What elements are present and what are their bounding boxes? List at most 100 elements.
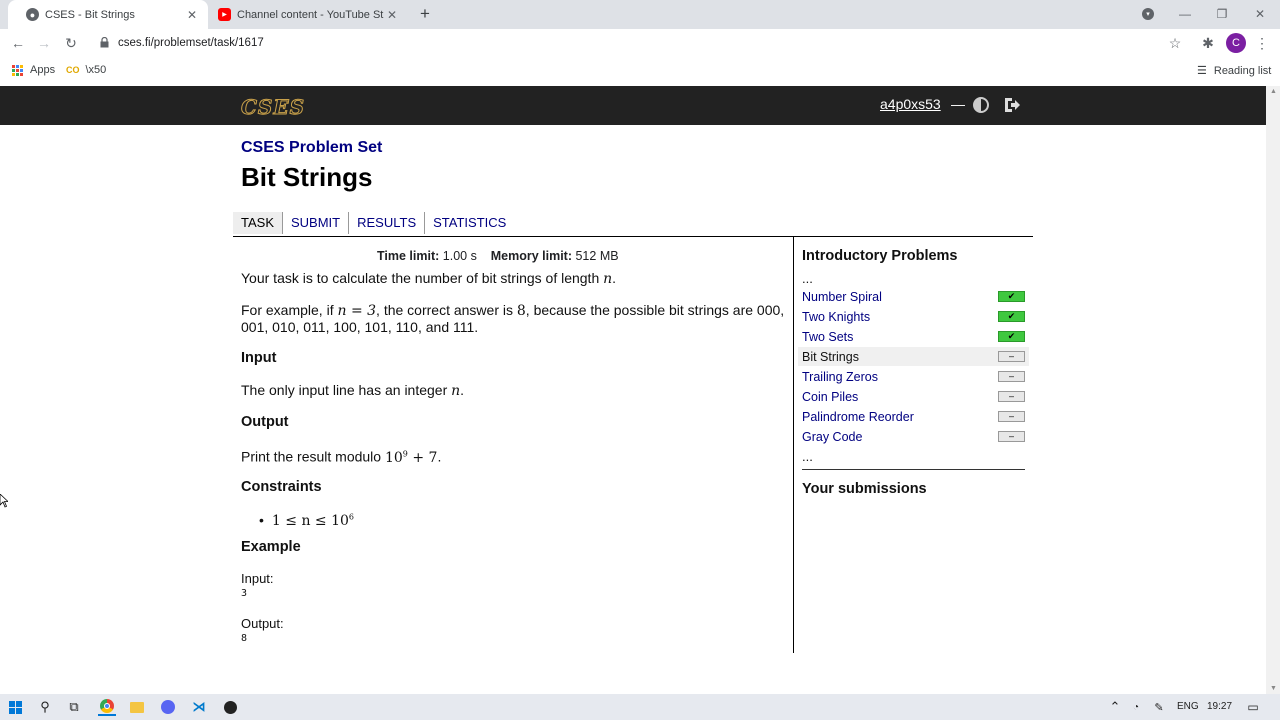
clock[interactable]: 19:27 (1207, 701, 1232, 712)
unsolved-dash-icon: – (998, 391, 1025, 402)
sidebar-item-two-sets[interactable]: Two Sets ✔ (798, 327, 1029, 346)
tray-chevron-up-icon[interactable]: ⌃ (1106, 698, 1124, 716)
math-base: 10 (384, 449, 403, 466)
bookmark-x50[interactable]: CO \x50 (66, 64, 106, 76)
statement-text: The only input line has an integer (241, 382, 448, 398)
problem-set-link[interactable]: CSES Problem Set (241, 139, 382, 157)
math-exponent: 6 (348, 512, 354, 521)
task-view-icon[interactable]: ⧉ (65, 698, 83, 716)
pen-icon[interactable]: ✎ (1150, 698, 1168, 716)
statement-text: , the correct answer is (376, 302, 513, 318)
tab-search-icon[interactable]: ▾ (1138, 4, 1158, 24)
sidebar-item-label[interactable]: Number Spiral (802, 290, 998, 304)
restore-icon[interactable]: ❐ (1212, 4, 1232, 24)
tab-youtube[interactable]: ▶ Channel content - YouTube Studio ✕ (200, 0, 408, 29)
address-bar[interactable]: cses.fi/problemset/task/1617 (90, 32, 1200, 55)
username-link[interactable]: a4p0xs53 (880, 96, 941, 112)
discord-icon[interactable] (159, 698, 177, 716)
statement-paragraph-2: For example, if n = 3, the correct answe… (241, 302, 786, 335)
scroll-down-icon[interactable]: ▼ (1270, 685, 1277, 692)
time-limit-value: 1.00 s (442, 249, 477, 263)
menu-kebab-icon[interactable]: ⋮ (1253, 34, 1271, 52)
tab-cses[interactable]: ● CSES - Bit Strings ✕ (8, 0, 208, 29)
cses-favicon-icon: ● (26, 8, 39, 21)
sidebar-item-label[interactable]: Trailing Zeros (802, 370, 998, 384)
tab-submit[interactable]: SUBMIT (283, 212, 350, 234)
output-description: Print the result modulo 109 + 7. (241, 448, 442, 466)
new-tab-button[interactable]: + (416, 4, 434, 23)
sidebar-item-two-knights[interactable]: Two Knights ✔ (798, 307, 1029, 326)
file-explorer-icon[interactable] (128, 698, 146, 716)
vscode-icon[interactable]: ⋊ (190, 698, 208, 716)
math-var: n (451, 383, 461, 399)
bookmark-apps[interactable]: Apps (12, 64, 55, 76)
example-input-value: 3 (241, 588, 248, 599)
cses-logo[interactable]: CSES (240, 95, 305, 120)
taskbar: ⚲ ⧉ ⋊ ⌃ ◔ ✎ ENG 19:27 ▭ (0, 694, 1280, 720)
sidebar-item-gray-code[interactable]: Gray Code – (798, 427, 1029, 446)
reload-icon[interactable]: ↻ (62, 34, 80, 52)
scroll-up-icon[interactable]: ▲ (1270, 88, 1277, 95)
constraint-expr: 1 ≤ n ≤ 10 (271, 512, 349, 529)
tab-statistics[interactable]: STATISTICS (425, 212, 514, 234)
language-indicator[interactable]: ENG (1177, 701, 1199, 712)
solved-check-icon: ✔ (998, 291, 1025, 302)
statement-text: Your task is to calculate the number of … (241, 270, 600, 286)
extensions-icon[interactable]: ✱ (1199, 34, 1217, 52)
sidebar-item-label[interactable]: Bit Strings (802, 350, 998, 364)
browser-toolbar: ← → ↻ cses.fi/problemset/task/1617 ☆ ✱ C… (0, 29, 1280, 58)
logout-icon[interactable] (1003, 96, 1021, 114)
sidebar-item-label[interactable]: Two Sets (802, 330, 998, 344)
minimize-icon[interactable]: — (1175, 4, 1195, 24)
search-icon[interactable]: ⚲ (36, 698, 54, 716)
sidebar-item-label[interactable]: Gray Code (802, 430, 998, 444)
header-separator: — (951, 96, 965, 112)
statement-paragraph-1: Your task is to calculate the number of … (241, 270, 617, 287)
math-value: 8 (516, 303, 526, 319)
unsolved-dash-icon: – (998, 351, 1025, 362)
output-heading: Output (241, 414, 289, 430)
close-tab-icon[interactable]: ✕ (384, 7, 400, 23)
tab-results[interactable]: RESULTS (349, 212, 426, 234)
page-title: Bit Strings (241, 162, 373, 192)
sidebar-item-coin-piles[interactable]: Coin Piles – (798, 387, 1029, 406)
chrome-icon[interactable] (98, 698, 116, 716)
sidebar-item-label[interactable]: Two Knights (802, 310, 998, 324)
solved-check-icon: ✔ (998, 331, 1025, 342)
constraint-item: • 1 ≤ n ≤ 106 (259, 511, 354, 529)
submissions-heading: Your submissions (802, 481, 927, 497)
reading-list-button[interactable]: ☰ Reading list (1197, 64, 1271, 78)
sidebar-divider (802, 469, 1025, 470)
url-text: cses.fi/problemset/task/1617 (118, 37, 264, 49)
notifications-icon[interactable]: ▭ (1244, 698, 1262, 716)
memory-limit-value: 512 MB (575, 249, 619, 263)
statement-text: Print the result modulo (241, 448, 382, 465)
network-icon[interactable]: ◔ (1127, 698, 1145, 716)
theme-toggle-icon[interactable] (973, 97, 989, 113)
unsolved-dash-icon: – (998, 371, 1025, 382)
sidebar-item-label[interactable]: Coin Piles (802, 390, 998, 404)
back-icon[interactable]: ← (9, 34, 27, 52)
solved-check-icon: ✔ (998, 311, 1025, 322)
sidebar-item-label[interactable]: Palindrome Reorder (802, 410, 998, 424)
sidebar-item-palindrome-reorder[interactable]: Palindrome Reorder – (798, 407, 1029, 426)
sidebar-item-number-spiral[interactable]: Number Spiral ✔ (798, 287, 1029, 306)
window-close-icon[interactable]: ✕ (1250, 4, 1270, 24)
windows-start-icon[interactable] (6, 698, 24, 716)
bookmark-label: Apps (30, 64, 56, 76)
statement-text: For example, if (241, 302, 334, 318)
forward-icon[interactable]: → (35, 34, 53, 52)
sidebar-title: Introductory Problems (802, 248, 958, 264)
page-scrollbar[interactable]: ▲ ▼ (1266, 86, 1280, 694)
sidebar-item-bit-strings[interactable]: Bit Strings – (798, 347, 1029, 366)
profile-avatar[interactable]: C (1226, 33, 1246, 53)
mouse-cursor-icon (0, 494, 8, 508)
unsolved-dash-icon: – (998, 431, 1025, 442)
tab-task[interactable]: TASK (233, 212, 283, 234)
sidebar-ellipsis-top: ... (802, 271, 813, 286)
close-tab-icon[interactable]: ✕ (184, 7, 200, 23)
math-expr: n = 3 (337, 303, 377, 319)
sidebar-item-trailing-zeros[interactable]: Trailing Zeros – (798, 367, 1029, 386)
bookmark-star-icon[interactable]: ☆ (1166, 34, 1184, 52)
app-icon[interactable] (221, 698, 239, 716)
